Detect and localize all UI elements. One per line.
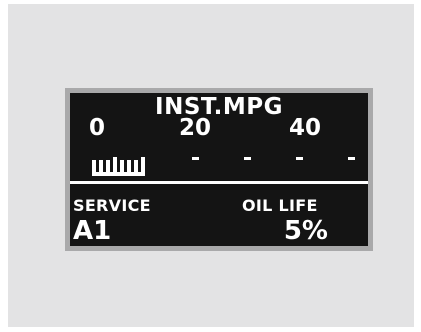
scale-label-20: 20 (179, 115, 212, 141)
mpg-scale-dash (348, 157, 355, 160)
mpg-bar-baseline (92, 172, 145, 176)
mpg-bar-graph (92, 152, 368, 176)
service-code: A1 (73, 216, 112, 246)
scale-label-0: 0 (89, 115, 106, 141)
oil-life-value: 5% (283, 216, 328, 246)
display-bezel: INST.MPG 0 20 40 SERVICE OIL LIFE A1 5% (65, 88, 373, 251)
display-title: INST.MPG (155, 94, 283, 120)
mpg-scale-dash (192, 157, 199, 160)
info-display-screen: INST.MPG 0 20 40 SERVICE OIL LIFE A1 5% (70, 93, 368, 246)
divider-line (70, 181, 368, 184)
scale-label-40: 40 (289, 115, 322, 141)
background-panel: INST.MPG 0 20 40 SERVICE OIL LIFE A1 5% (8, 4, 414, 327)
oil-life-label: OIL LIFE (242, 196, 318, 215)
mpg-scale-dash (296, 157, 303, 160)
mpg-scale-dash (244, 157, 251, 160)
service-label: SERVICE (73, 196, 151, 215)
